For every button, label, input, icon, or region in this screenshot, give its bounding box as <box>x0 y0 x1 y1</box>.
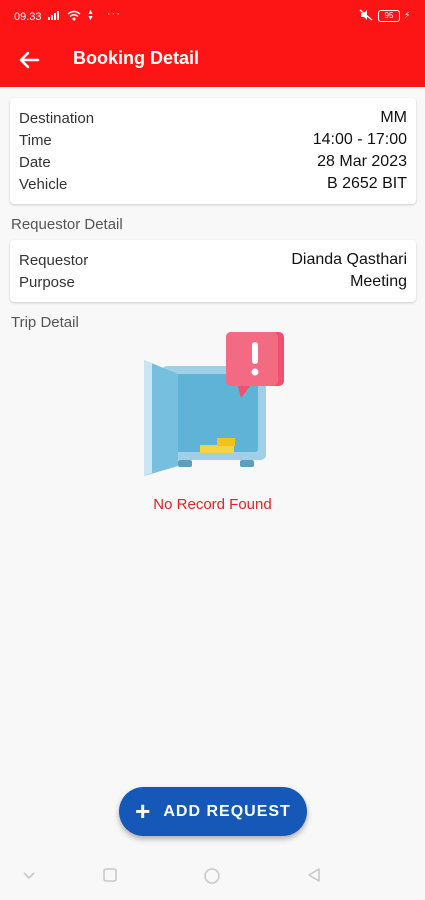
field-label: Purpose <box>19 273 75 291</box>
battery-icon: 95 <box>378 10 400 22</box>
field-label: Destination <box>19 109 95 127</box>
charging-icon: ⚡ <box>404 10 411 20</box>
requestor-card: Requestor Dianda Qasthari Purpose Meetin… <box>10 240 416 302</box>
add-request-label: ADD REQUEST <box>163 802 291 820</box>
app-bar: Booking Detail <box>0 32 425 87</box>
field-value: MM <box>380 109 407 126</box>
page-title: Booking Detail <box>73 48 200 68</box>
section-title-trip: Trip Detail <box>11 314 79 331</box>
chevron-down-icon[interactable] <box>21 867 37 883</box>
field-label: Time <box>19 131 52 149</box>
booking-card: Destination MM Time 14:00 - 17:00 Date 2… <box>10 98 416 204</box>
requestor-row-purpose: Purpose Meeting <box>19 271 407 293</box>
signal-icon <box>48 11 59 20</box>
home-icon[interactable] <box>203 867 221 885</box>
booking-row-vehicle: Vehicle B 2652 BIT <box>19 173 407 195</box>
arrow-left-icon[interactable] <box>18 49 40 71</box>
field-value: 14:00 - 17:00 <box>312 131 407 148</box>
field-label: Vehicle <box>19 175 68 193</box>
wifi-icon <box>67 10 81 21</box>
field-label: Date <box>19 153 51 171</box>
section-title-requestor: Requestor Detail <box>11 216 123 233</box>
system-nav-bar <box>0 855 425 900</box>
back-nav-icon[interactable] <box>306 867 322 883</box>
status-time: 09.33 <box>14 11 42 23</box>
booking-row-time: Time 14:00 - 17:00 <box>19 129 407 151</box>
field-label: Requestor <box>19 251 89 269</box>
recent-apps-icon[interactable] <box>102 867 118 883</box>
requestor-row-name: Requestor Dianda Qasthari <box>19 249 407 271</box>
field-value: Meeting <box>350 273 407 290</box>
empty-state-message: No Record Found <box>153 496 272 513</box>
field-value: 28 Mar 2023 <box>317 153 407 170</box>
more-notifications-icon: ··· <box>107 8 121 20</box>
status-bar: 09.33 ▲ ▼ ··· 95 ⚡ <box>0 0 425 32</box>
plus-icon: + <box>135 795 152 826</box>
empty-safe-illustration <box>144 332 284 476</box>
data-speed-icon: ▲ ▼ <box>87 9 94 22</box>
mute-icon <box>359 9 373 21</box>
booking-row-destination: Destination MM <box>19 107 407 129</box>
booking-row-date: Date 28 Mar 2023 <box>19 151 407 173</box>
field-value: Dianda Qasthari <box>291 251 407 268</box>
add-request-button[interactable]: + ADD REQUEST <box>119 787 307 836</box>
field-value: B 2652 BIT <box>326 175 407 192</box>
